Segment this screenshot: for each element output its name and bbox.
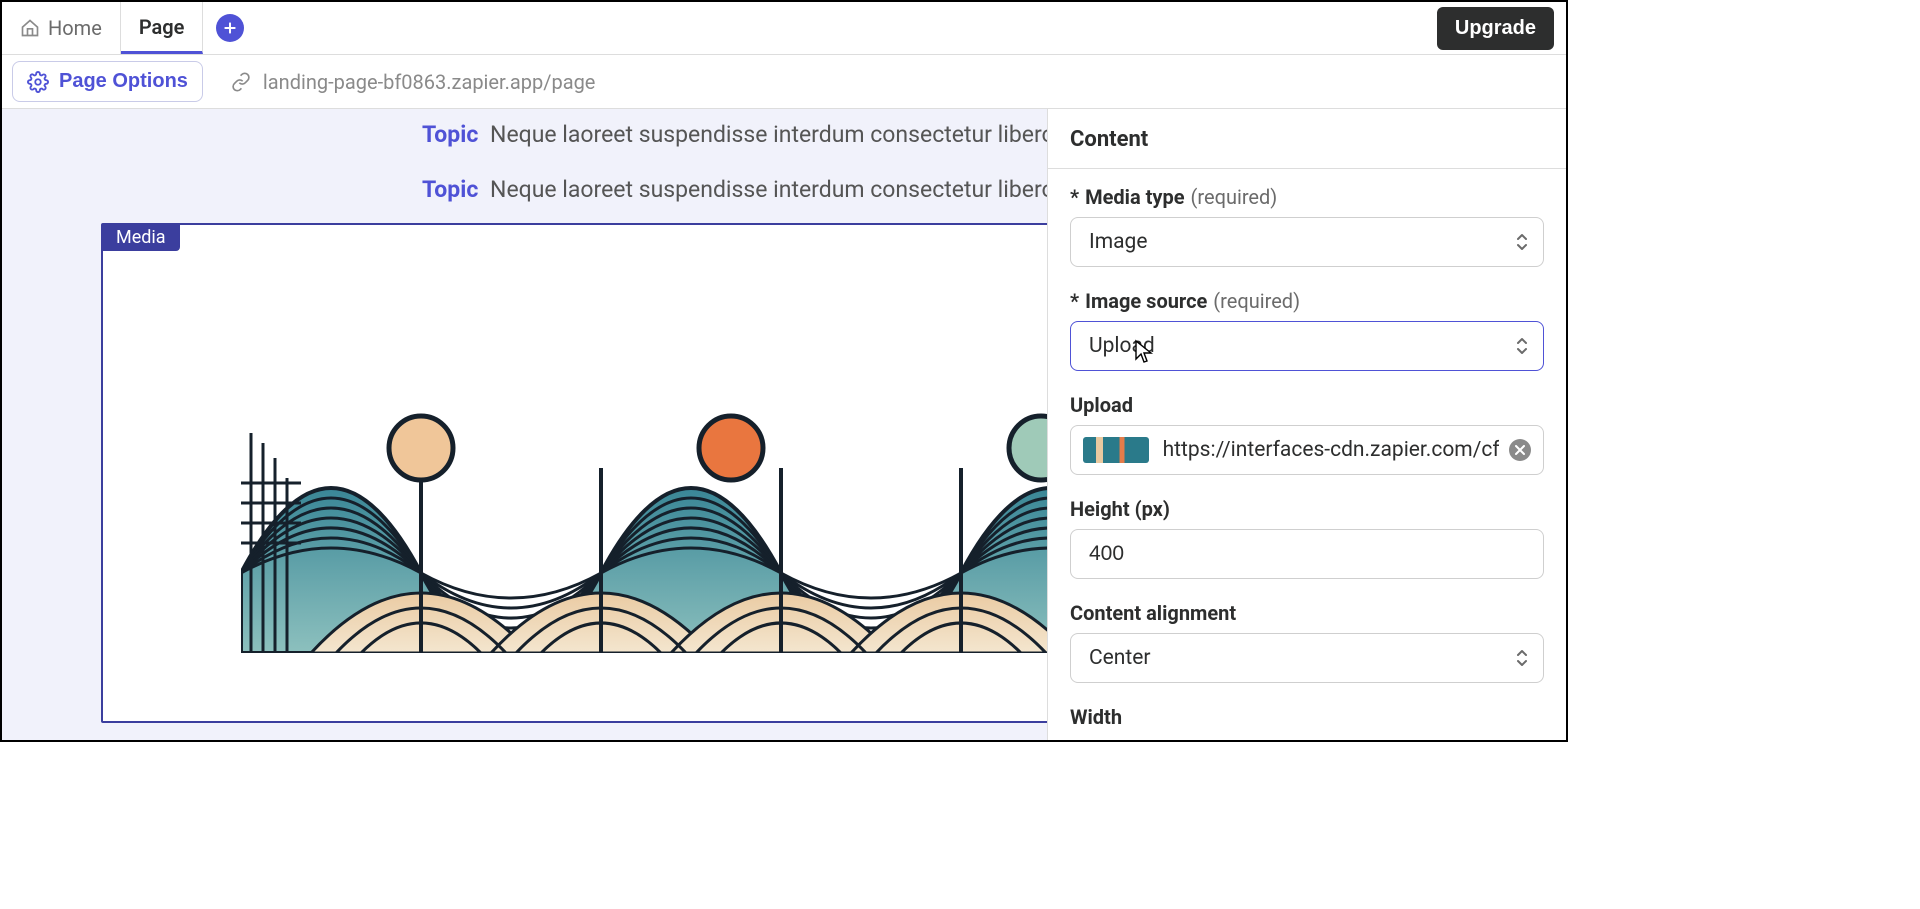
sub-bar: Page Options landing-page-bf0863.zapier.…: [2, 55, 1566, 109]
upload-label: Upload: [1070, 393, 1133, 417]
upload-url-text: https://interfaces-cdn.zapier.com/cf5: [1163, 438, 1499, 462]
tab-home-label: Home: [48, 16, 102, 40]
link-icon: [231, 72, 251, 92]
field-upload: Upload https://interfaces-cdn.zapier.com…: [1070, 393, 1544, 475]
field-image-source: * Image source (required) Upload: [1070, 289, 1544, 371]
field-height: Height (px): [1070, 497, 1544, 579]
media-type-value: Image: [1089, 230, 1147, 254]
topic-line-1[interactable]: Topic Neque laoreet suspendisse interdum…: [422, 121, 1047, 148]
topic-text-2: Neque laoreet suspendisse interdum conse…: [490, 176, 1047, 203]
page-canvas[interactable]: Topic Neque laoreet suspendisse interdum…: [2, 109, 1047, 740]
add-tab-button[interactable]: [203, 2, 257, 54]
topic-label-2: Topic: [422, 176, 478, 203]
height-input[interactable]: [1070, 529, 1544, 579]
plus-icon: [216, 14, 244, 42]
field-width: Width: [1070, 705, 1544, 729]
field-alignment: Content alignment Center: [1070, 601, 1544, 683]
clear-upload-button[interactable]: [1509, 439, 1531, 461]
tab-page[interactable]: Page: [121, 2, 204, 54]
media-type-label: Media type: [1085, 185, 1184, 209]
media-block[interactable]: Media: [101, 223, 1047, 723]
image-source-value: Upload: [1089, 334, 1155, 358]
upload-thumbnail: [1083, 437, 1149, 463]
image-source-select[interactable]: Upload: [1070, 321, 1544, 371]
alignment-select[interactable]: Center: [1070, 633, 1544, 683]
chevron-updown-icon: [1515, 232, 1529, 252]
height-label: Height (px): [1070, 497, 1170, 521]
required-star: *: [1070, 185, 1079, 209]
image-source-required: (required): [1213, 289, 1300, 313]
top-tab-bar: Home Page Upgrade: [2, 2, 1566, 55]
tab-home[interactable]: Home: [2, 2, 121, 54]
panel-title: Content: [1048, 109, 1566, 169]
upgrade-button[interactable]: Upgrade: [1437, 7, 1554, 50]
media-type-required: (required): [1191, 185, 1278, 209]
alignment-label: Content alignment: [1070, 601, 1236, 625]
topic-text-1: Neque laoreet suspendisse interdum conse…: [490, 121, 1047, 148]
home-icon: [20, 18, 40, 38]
media-type-select[interactable]: Image: [1070, 217, 1544, 267]
alignment-value: Center: [1089, 646, 1151, 670]
topic-line-2[interactable]: Topic Neque laoreet suspendisse interdum…: [422, 176, 1047, 203]
gear-icon: [27, 71, 49, 93]
chevron-updown-icon: [1515, 336, 1529, 356]
page-options-label: Page Options: [59, 70, 188, 93]
image-source-label: Image source: [1085, 289, 1207, 313]
media-badge: Media: [102, 224, 180, 251]
topic-label-1: Topic: [422, 121, 478, 148]
panel-body[interactable]: * Media type (required) Image * Image so…: [1048, 169, 1566, 740]
upload-file-input[interactable]: https://interfaces-cdn.zapier.com/cf5: [1070, 425, 1544, 475]
page-options-button[interactable]: Page Options: [12, 61, 203, 102]
tab-page-label: Page: [139, 15, 185, 39]
field-media-type: * Media type (required) Image: [1070, 185, 1544, 267]
main-area: Topic Neque laoreet suspendisse interdum…: [2, 109, 1566, 740]
chevron-updown-icon: [1515, 648, 1529, 668]
width-label: Width: [1070, 705, 1122, 729]
properties-panel: Content * Media type (required) Image *: [1047, 109, 1566, 740]
required-star: *: [1070, 289, 1079, 313]
page-url-text: landing-page-bf0863.zapier.app/page: [263, 70, 596, 94]
page-url[interactable]: landing-page-bf0863.zapier.app/page: [231, 70, 596, 94]
media-image: [241, 393, 1047, 721]
